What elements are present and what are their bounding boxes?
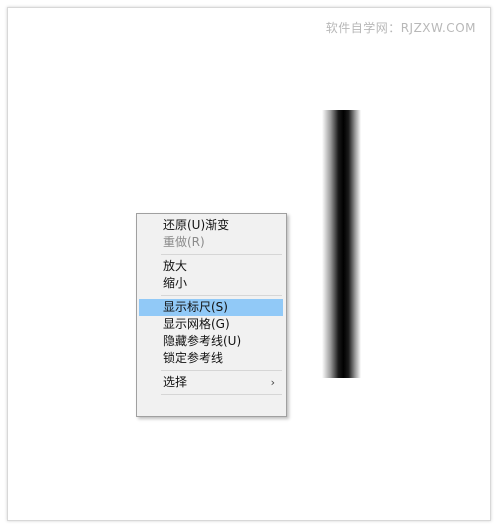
gradient-bar-shape[interactable] [322, 110, 361, 378]
menu-separator [161, 254, 282, 255]
menu-separator [161, 394, 282, 395]
menu-item-hide-guides[interactable]: 隐藏参考线(U) [139, 333, 283, 350]
menu-separator [161, 370, 282, 371]
menu-item-select-label: 选择 [163, 375, 188, 389]
context-menu: 还原(U)渐变 重做(R) 放大 缩小 显示标尺(S) 显示网格(G) 隐藏参考… [136, 213, 287, 417]
menu-item-undo-gradient[interactable]: 还原(U)渐变 [139, 217, 283, 234]
menu-item-show-rulers[interactable]: 显示标尺(S) [139, 299, 283, 316]
watermark-text: 软件自学网：RJZXW.COM [325, 21, 476, 35]
menu-item-zoom-in[interactable]: 放大 [139, 258, 283, 275]
menu-separator [161, 295, 282, 296]
menu-item-select[interactable]: 选择 › [139, 374, 283, 391]
menu-item-zoom-out[interactable]: 缩小 [139, 275, 283, 292]
menu-item-lock-guides[interactable]: 锁定参考线 [139, 350, 283, 367]
menu-item-redo: 重做(R) [163, 235, 205, 249]
menu-item-show-grid[interactable]: 显示网格(G) [139, 316, 283, 333]
chevron-right-icon: › [270, 376, 275, 389]
